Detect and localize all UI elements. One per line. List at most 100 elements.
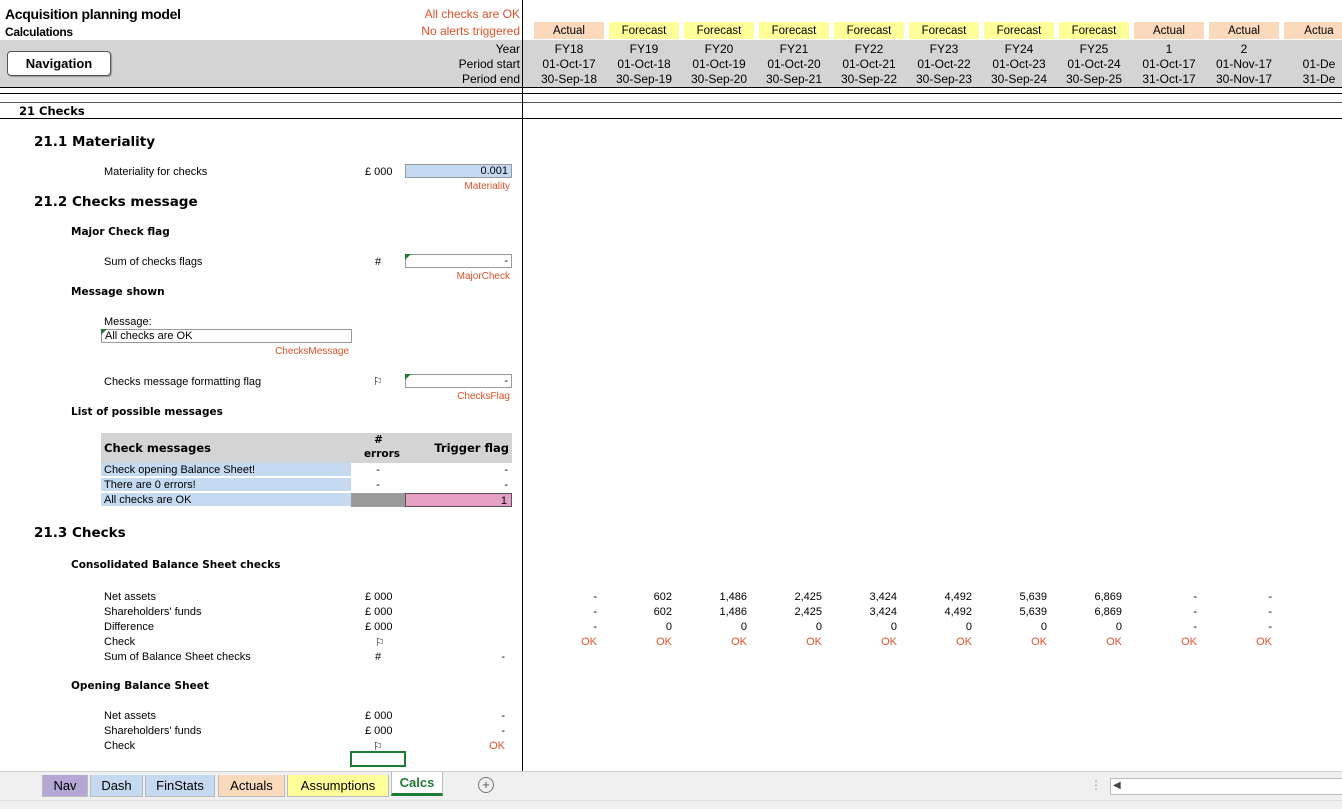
column-start: 01-Oct-23	[992, 57, 1046, 71]
check-ok-cell: OK	[1181, 636, 1197, 648]
messages-table-col-messages: Check messages	[104, 441, 212, 455]
checks-message-cell[interactable]: All checks are OK	[101, 329, 352, 343]
major-check-cell[interactable]: -	[405, 254, 512, 268]
column-start: 01-Nov-17	[1215, 57, 1273, 71]
check-value-cell: -	[1268, 606, 1272, 618]
messages-table-col-trigger: Trigger flag	[434, 441, 509, 455]
check-value-cell: 6,869	[1094, 606, 1122, 618]
check-row-label: Check	[104, 636, 136, 648]
flag-icon: ⚐	[373, 376, 383, 388]
sheet-tab-dash[interactable]: Dash	[90, 775, 143, 797]
check-value-cell: 2,425	[794, 591, 822, 603]
column-year: FY18	[554, 42, 584, 56]
check-ok-cell: OK	[881, 636, 897, 648]
check-value-cell: 0	[815, 621, 822, 633]
column-year: FY19	[629, 42, 659, 56]
column-type-label: Forecast	[1059, 22, 1129, 39]
column-end: 30-Sep-20	[690, 72, 748, 86]
column-start: 01-Oct-21	[842, 57, 896, 71]
spreadsheet-grid[interactable]: Acquisition planning model Calculations …	[0, 0, 1342, 771]
messages-table-col-errors: errors	[363, 448, 401, 460]
column-end: 30-Sep-21	[765, 72, 823, 86]
checks-flag-cell[interactable]: -	[405, 374, 512, 388]
checks-heading: 21.3 Checks	[34, 525, 126, 541]
sheet-tab-finstats[interactable]: FinStats	[145, 775, 215, 797]
row-label-period-end: Period end	[461, 72, 520, 86]
message-row-text: There are 0 errors!	[101, 478, 351, 492]
message-row-flag: -	[504, 479, 508, 491]
opening-row-value: OK	[489, 740, 505, 752]
column-type-label: Forecast	[984, 22, 1054, 39]
column-end: 30-Sep-18	[540, 72, 598, 86]
check-row-unit: £ 000	[365, 621, 393, 633]
column-year: FY25	[1079, 42, 1109, 56]
check-row-unit: ⚐	[375, 637, 385, 649]
check-row-label: Shareholders' funds	[104, 606, 202, 618]
horizontal-scrollbar[interactable]: ◀	[1110, 778, 1342, 795]
check-ok-cell: OK	[956, 636, 972, 648]
check-row-unit: £ 000	[365, 606, 393, 618]
model-title: Acquisition planning model	[5, 6, 181, 22]
column-year: FY20	[704, 42, 734, 56]
column-end: 31-Oct-17	[1142, 72, 1196, 86]
check-value-cell: 5,639	[1019, 591, 1047, 603]
check-value-cell: 602	[653, 591, 672, 603]
add-sheet-icon[interactable]: +	[478, 777, 494, 793]
sum-checks-label: Sum of checks flags	[104, 256, 203, 268]
opening-row-label: Check	[104, 740, 136, 752]
column-end: 30-Sep-19	[615, 72, 673, 86]
check-value-cell: 2,425	[794, 606, 822, 618]
check-value-cell: -	[1268, 621, 1272, 633]
freeze-pane-divider	[522, 0, 523, 771]
message-row-flag: 1	[405, 493, 512, 507]
scroll-left-icon[interactable]: ◀	[1113, 780, 1121, 791]
checks-message-range-name: ChecksMessage	[275, 346, 349, 357]
message-row-errors: -	[376, 479, 380, 491]
check-ok-cell: OK	[806, 636, 822, 648]
section-divider	[0, 118, 1342, 119]
materiality-input[interactable]: 0.001	[405, 164, 512, 178]
message-row-text: Check opening Balance Sheet!	[101, 463, 351, 477]
checks-flag-range-name: ChecksFlag	[457, 391, 510, 402]
selected-cell[interactable]	[350, 751, 406, 767]
column-year: FY22	[854, 42, 884, 56]
scroll-splitter-icon[interactable]: ⋮	[1090, 778, 1102, 792]
sheet-tab-assumptions[interactable]: Assumptions	[287, 775, 389, 797]
check-ok-cell: OK	[1031, 636, 1047, 648]
check-row-unit: £ 000	[365, 591, 393, 603]
column-type-label: Forecast	[909, 22, 979, 39]
check-value-cell: 0	[1040, 621, 1047, 633]
column-end: 30-Sep-23	[915, 72, 973, 86]
column-type-label: Forecast	[834, 22, 904, 39]
check-value-cell: 4,492	[944, 606, 972, 618]
column-type-label: Actua	[1284, 22, 1342, 39]
major-check-range-name: MajorCheck	[456, 271, 510, 282]
column-type-label: Forecast	[684, 22, 754, 39]
materiality-label: Materiality for checks	[104, 166, 208, 178]
comment-marker-icon	[405, 374, 411, 380]
check-value-cell: 0	[1115, 621, 1122, 633]
sheet-tab-actuals[interactable]: Actuals	[218, 775, 285, 797]
check-value-cell: -	[593, 606, 597, 618]
check-ok-cell: OK	[656, 636, 672, 648]
check-value-cell: -	[593, 621, 597, 633]
message-row-flag: -	[504, 464, 508, 476]
check-row-label: Sum of Balance Sheet checks	[104, 651, 251, 663]
column-year: FY21	[779, 42, 809, 56]
section-divider	[0, 102, 1342, 103]
column-type-label: Actual	[1134, 22, 1204, 39]
column-start: 01-Oct-17	[542, 57, 596, 71]
column-end: 31-De	[1302, 72, 1336, 86]
section-title: 21 Checks	[19, 104, 85, 118]
row-label-period-start: Period start	[458, 57, 520, 71]
check-value-cell: 1,486	[719, 591, 747, 603]
checks-status: All checks are OK	[424, 7, 520, 21]
sheet-tab-calcs[interactable]: Calcs	[391, 772, 443, 796]
column-year: FY24	[1004, 42, 1034, 56]
check-value-cell: 0	[665, 621, 672, 633]
check-value-cell: 0	[965, 621, 972, 633]
column-type-label: Forecast	[609, 22, 679, 39]
navigation-button[interactable]: Navigation	[7, 51, 111, 76]
sheet-tab-nav[interactable]: Nav	[42, 775, 88, 797]
column-start: 01-Oct-19	[692, 57, 746, 71]
